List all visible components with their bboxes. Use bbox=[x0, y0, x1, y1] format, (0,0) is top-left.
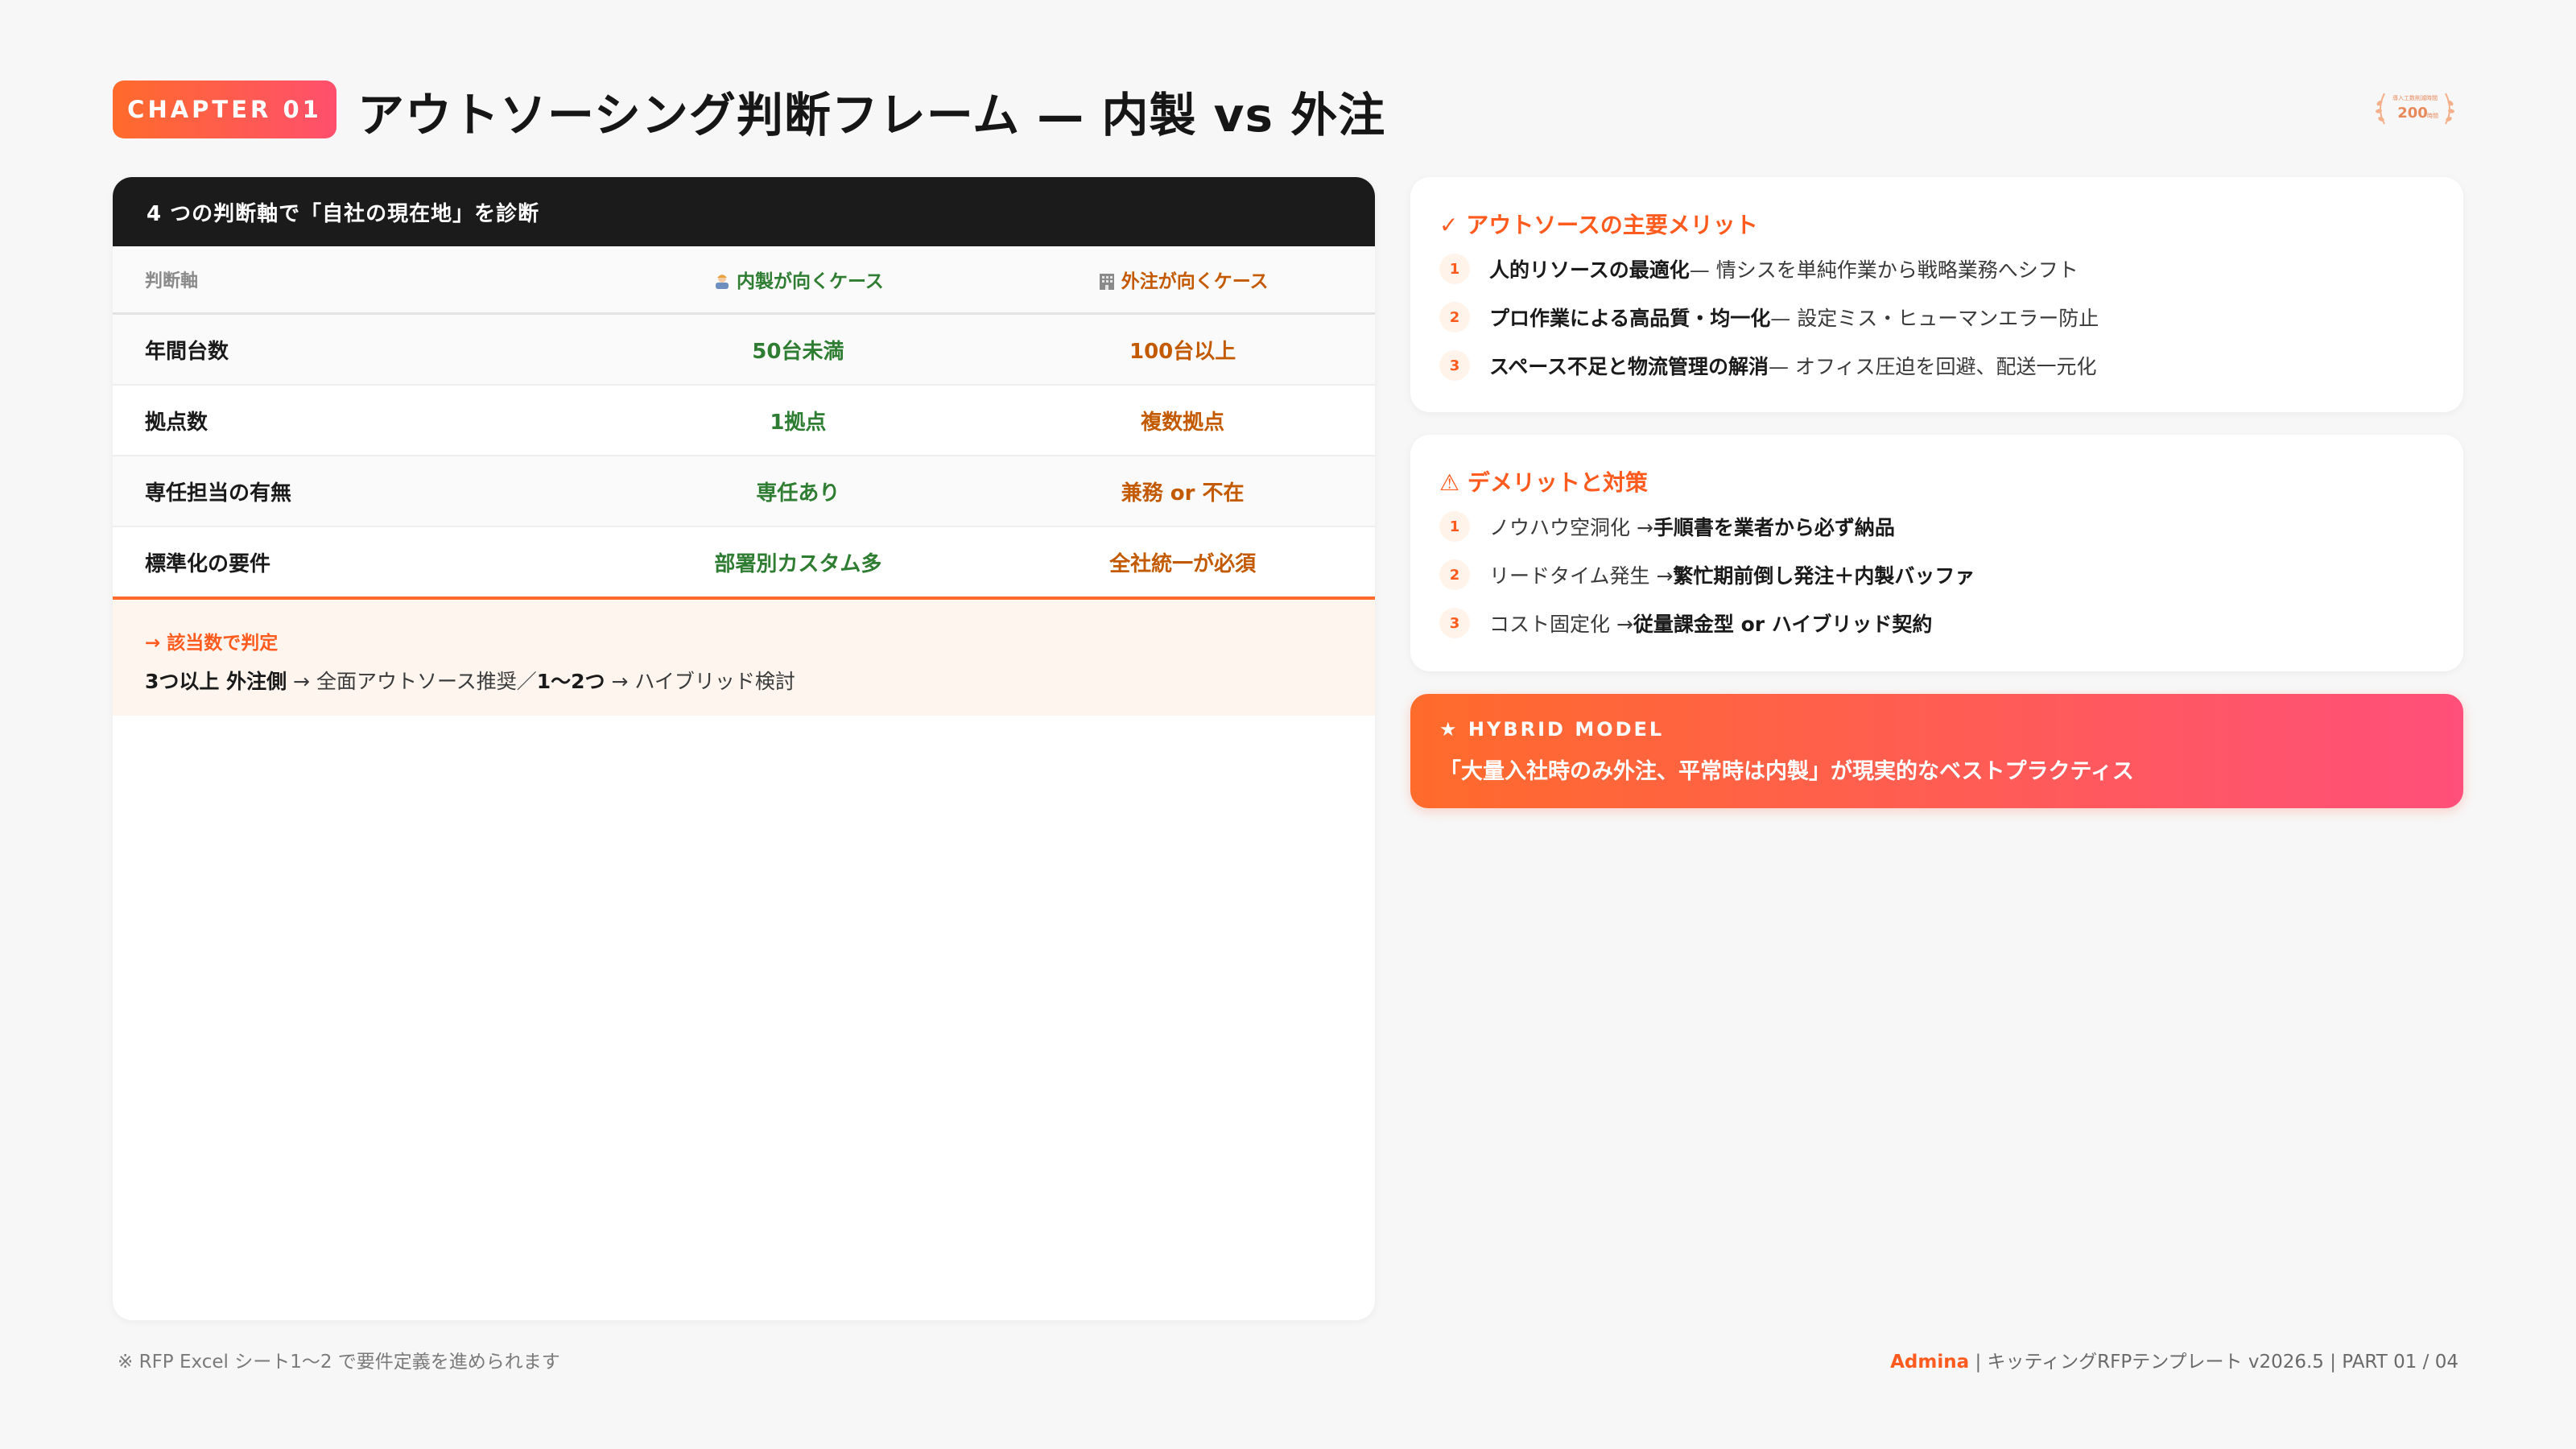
list-item: 3 コスト固定化 → 従量課金型 or ハイブリッド契約 bbox=[1439, 607, 1932, 639]
table-header-row: 判断軸 内製が向くケース 外注が向くケース bbox=[113, 246, 1375, 315]
axis-cell: 専任担当の有無 bbox=[145, 481, 292, 506]
inhouse-cell: 部署別カスタム多 bbox=[714, 551, 882, 576]
judgement-box: → 該当数で判定 3つ以上 外注側 → 全面アウトソース推奨／1〜2つ → ハイ… bbox=[113, 600, 1375, 716]
svg-text:200: 200 bbox=[2397, 105, 2428, 122]
brand-name: Admina bbox=[1890, 1352, 1970, 1373]
axis-cell: 標準化の要件 bbox=[145, 551, 271, 576]
merits-card: ✓ アウトソースの主要メリット 1 人的リソースの最適化 — 情シスを単純作業か… bbox=[1410, 177, 2463, 412]
table-row: 専任担当の有無 専任あり 兼務 or 不在 bbox=[113, 456, 1375, 527]
hybrid-label: ★ HYBRID MODEL bbox=[1439, 718, 1665, 741]
column-header-inhouse: 内製が向くケース bbox=[606, 266, 991, 293]
outsource-cell: 兼務 or 不在 bbox=[1121, 481, 1245, 506]
list-item: 2 プロ作業による高品質・均一化 — 設定ミス・ヒューマンエラー防止 bbox=[1439, 301, 2099, 333]
hybrid-model-banner: ★ HYBRID MODEL 「大量入社時のみ外注、平常時は内製」が現実的なベス… bbox=[1410, 694, 2463, 808]
list-item: 1 人的リソースの最適化 — 情シスを単純作業から戦略業務へシフト bbox=[1439, 253, 2079, 285]
award-badge: 導入工数削減時間 200 時間 bbox=[2376, 93, 2454, 125]
table-row: 拠点数 1拠点 複数拠点 bbox=[113, 386, 1375, 456]
merits-title: ✓ アウトソースの主要メリット bbox=[1439, 212, 1758, 238]
outsource-cell: 複数拠点 bbox=[1141, 410, 1225, 435]
table-row: 年間台数 50台未満 100台以上 bbox=[113, 315, 1375, 386]
table-row: 標準化の要件 部署別カスタム多 全社統一が必須 bbox=[113, 527, 1375, 600]
judgement-text: 3つ以上 外注側 → 全面アウトソース推奨／1〜2つ → ハイブリッド検討 bbox=[145, 670, 795, 693]
demerits-card: ⚠ デメリットと対策 1 ノウハウ空洞化 → 手順書を業者から必ず納品 2 リー… bbox=[1410, 435, 2463, 671]
list-item: 1 ノウハウ空洞化 → 手順書を業者から必ず納品 bbox=[1439, 510, 1895, 543]
inhouse-cell: 専任あり bbox=[756, 481, 840, 506]
demerits-title: ⚠ デメリットと対策 bbox=[1439, 469, 1648, 496]
decision-table: 判断軸 内製が向くケース 外注が向くケース 年間台数 50台未満 100台以上 … bbox=[113, 246, 1375, 600]
inhouse-cell: 1拠点 bbox=[770, 410, 827, 435]
outsource-cell: 100台以上 bbox=[1129, 339, 1236, 364]
svg-text:導入工数削減時間: 導入工数削減時間 bbox=[2392, 94, 2438, 101]
list-item: 2 リードタイム発生 → 繁忙期前倒し発注＋内製バッファ bbox=[1439, 559, 1975, 591]
column-header-outsource: 外注が向くケース bbox=[990, 266, 1375, 293]
building-icon bbox=[1099, 274, 1114, 290]
worker-icon bbox=[715, 275, 729, 289]
decision-card: 4 つの判断軸で「自社の現在地」を診断 判断軸 内製が向くケース 外注が向くケー… bbox=[113, 177, 1375, 1320]
item-number: 2 bbox=[1439, 302, 1470, 332]
outsource-cell: 全社統一が必須 bbox=[1109, 551, 1257, 576]
svg-text:時間: 時間 bbox=[2427, 113, 2438, 119]
footnote: ※ RFP Excel シート1〜2 で要件定義を進められます bbox=[118, 1352, 560, 1373]
item-number: 2 bbox=[1439, 559, 1470, 590]
hybrid-text: 「大量入社時のみ外注、平常時は内製」が現実的なベストプラクティス bbox=[1439, 759, 2134, 784]
item-number: 3 bbox=[1439, 350, 1470, 381]
item-number: 3 bbox=[1439, 608, 1470, 638]
list-item: 3 スペース不足と物流管理の解消 — オフィス圧迫を回避、配送一元化 bbox=[1439, 349, 2096, 382]
page-title: アウトソーシング判断フレーム — 内製 vs 外注 bbox=[357, 88, 1386, 142]
axis-cell: 拠点数 bbox=[145, 410, 208, 435]
chapter-badge: CHAPTER 01 bbox=[113, 80, 336, 138]
item-number: 1 bbox=[1439, 254, 1470, 284]
column-header-axis: 判断軸 bbox=[145, 271, 199, 291]
inhouse-cell: 50台未満 bbox=[752, 339, 844, 364]
axis-cell: 年間台数 bbox=[145, 339, 229, 364]
decision-card-header: 4 つの判断軸で「自社の現在地」を診断 bbox=[113, 177, 1375, 246]
item-number: 1 bbox=[1439, 511, 1470, 542]
judgement-label: → 該当数で判定 bbox=[145, 633, 279, 654]
footer-info: Admina | キッティングRFPテンプレート v2026.5 | PART … bbox=[1890, 1352, 2458, 1373]
